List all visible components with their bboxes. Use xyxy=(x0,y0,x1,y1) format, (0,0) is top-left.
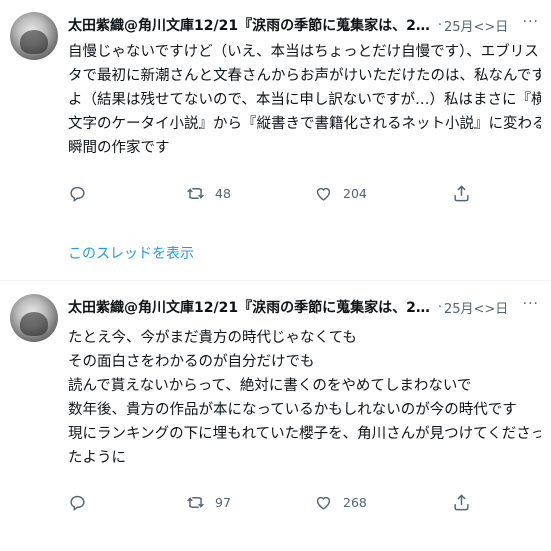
retweet-icon xyxy=(187,187,204,200)
like-button[interactable]: 268 xyxy=(314,493,367,512)
separator: · xyxy=(437,299,442,315)
author-name[interactable]: 太田紫織@角川文庫12/21『涙雨の季節に蒐集家は、2… xyxy=(68,297,430,317)
heart-icon xyxy=(316,496,331,510)
tweet[interactable]: 太田紫織@角川文庫12/21『涙雨の季節に蒐集家は、2… · 25月<>日 ··… xyxy=(0,0,551,262)
avatar[interactable] xyxy=(10,12,58,60)
tweet-text-line: 現にランキングの下に埋もれていた櫻子を、角川さんが見つけてくださっ xyxy=(68,426,541,442)
tweet-date[interactable]: 25月<>日 xyxy=(444,16,508,35)
tweet-text-line: その面白さをわかるのが自分だけでも xyxy=(68,354,315,370)
reply-icon xyxy=(70,186,85,203)
share-button[interactable] xyxy=(452,184,471,203)
tweet-text-line: 文字のケータイ小説』から『縦書きで書籍化されるネット小説』に変わる xyxy=(68,116,541,132)
reply-button[interactable] xyxy=(68,184,97,203)
tweet-text-line: たように xyxy=(68,450,126,466)
author-name[interactable]: 太田紫織@角川文庫12/21『涙雨の季節に蒐集家は、2… xyxy=(68,15,430,35)
reply-icon xyxy=(70,495,85,512)
divider xyxy=(0,280,551,281)
tweet-text: たとえ今、今がまだ貴方の時代じゃなくても その面白さをわかるのが自分だけでも 読… xyxy=(68,326,541,470)
tweet-header: 太田紫織@角川文庫12/21『涙雨の季節に蒐集家は、2… · 25月<>日 ··… xyxy=(68,14,543,36)
retweet-icon xyxy=(187,496,204,509)
retweet-count: 97 xyxy=(215,495,231,510)
more-options-icon[interactable]: ··· xyxy=(523,14,539,30)
tweet-text-line: たとえ今、今がまだ貴方の時代じゃなくても xyxy=(68,330,357,346)
tweet-text-line: 読んで貰えないからって、絶対に書くのをやめてしまわないで xyxy=(68,378,472,394)
retweet-button[interactable]: 97 xyxy=(186,493,231,512)
tweet-text-line: タで最初に新潮さんと文春さんからお声がけいただけたのは、私なんです xyxy=(68,68,541,84)
more-options-icon[interactable]: ··· xyxy=(523,296,539,312)
tweet-header: 太田紫織@角川文庫12/21『涙雨の季節に蒐集家は、2… · 25月<>日 ··… xyxy=(68,296,543,318)
reply-button[interactable] xyxy=(68,493,97,512)
show-thread-link[interactable]: このスレッドを表示 xyxy=(68,243,194,263)
tweet-date[interactable]: 25月<>日 xyxy=(444,298,508,317)
action-bar: 97 268 xyxy=(68,493,488,517)
action-bar: 48 204 xyxy=(68,184,488,208)
tweet-text-line: 瞬間の作家です xyxy=(68,140,170,156)
share-icon xyxy=(454,494,469,511)
separator: · xyxy=(437,17,442,33)
share-button[interactable] xyxy=(452,493,471,512)
retweet-count: 48 xyxy=(215,186,231,201)
retweet-button[interactable]: 48 xyxy=(186,184,231,203)
tweet-text: 自慢じゃないですけど（いえ、本当はちょっとだけ自慢です）、エブリス タで最初に新… xyxy=(68,40,541,160)
heart-icon xyxy=(316,187,331,201)
share-icon xyxy=(454,185,469,202)
tweet-text-line: 自慢じゃないですけど（いえ、本当はちょっとだけ自慢です）、エブリス xyxy=(68,44,539,60)
tweet-text-line: 数年後、貴方の作品が本になっているかもしれないのが今の時代です xyxy=(68,402,517,418)
like-count: 204 xyxy=(343,186,367,201)
like-count: 268 xyxy=(343,495,367,510)
like-button[interactable]: 204 xyxy=(314,184,367,203)
tweet-text-line: よ（結果は残せてないので、本当に申し訳ないですが…）私はまさに『横 xyxy=(68,92,541,108)
avatar[interactable] xyxy=(10,294,58,342)
